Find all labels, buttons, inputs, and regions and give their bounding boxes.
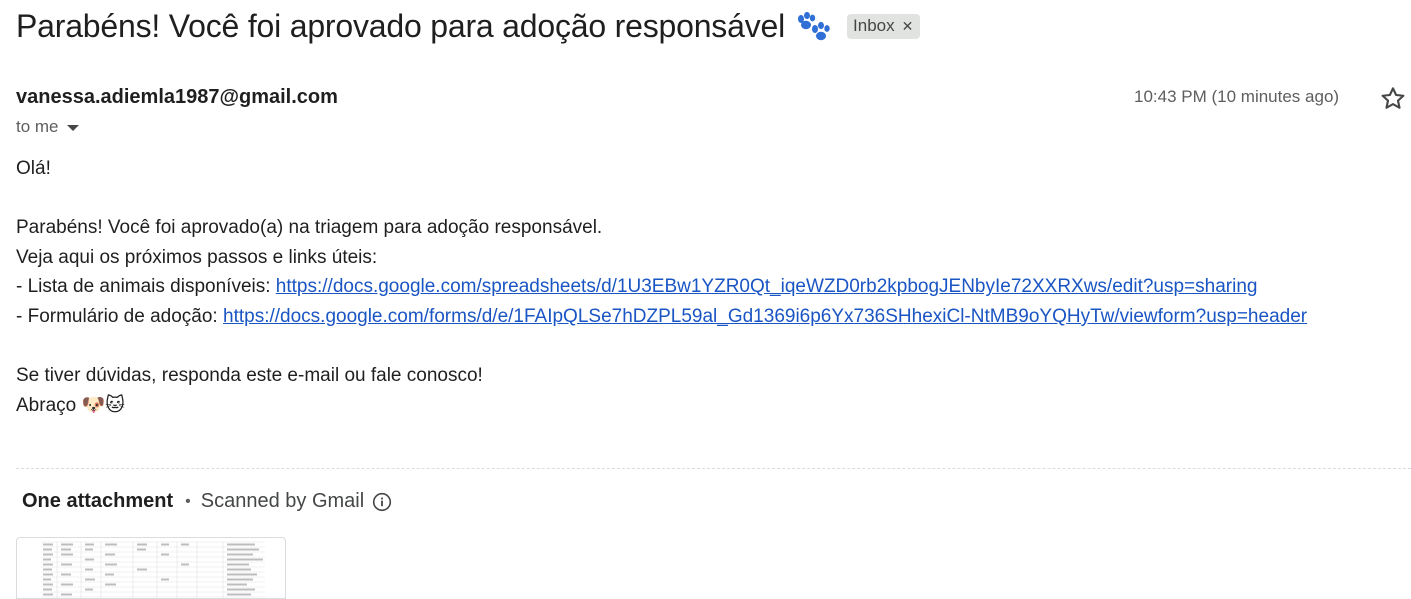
inbox-label-chip[interactable]: Inbox ✕ [847,14,921,39]
body-line-2: Veja aqui os próximos passos e links úte… [16,246,378,268]
attachment-header: One attachment • Scanned by Gmail [22,490,392,513]
scan-note: Scanned by Gmail [200,490,365,512]
body-link-line-1: - Lista de animais disponíveis: https://… [16,272,1307,302]
form-link[interactable]: https://docs.google.com/forms/d/e/1FAIpQ… [223,306,1307,327]
attachment-divider [16,468,1411,469]
attachment-count: One attachment [22,490,174,512]
paw-prints-icon [795,11,833,46]
inbox-label-text: Inbox [853,16,895,35]
body-link-line-2: - Formulário de adoção: https://docs.goo… [16,302,1307,332]
close-icon[interactable]: ✕ [902,18,914,35]
link-1-prefix: - Lista de animais disponíveis: [16,276,276,298]
spreadsheet-preview-icon [41,541,265,598]
link-2-prefix: - Formulário de adoção: [16,305,223,327]
attachment-thumbnail[interactable] [16,537,286,599]
recipient-summary: to me [16,117,59,136]
subject-row: Parabéns! Você foi aprovado para adoção … [16,8,921,46]
body-closing-1: Se tiver dúvidas, responda este e-mail o… [16,365,483,387]
dog-cat-emoji: 🐶🐱 [81,393,125,416]
sender-email[interactable]: vanessa.adiemla1987@gmail.com [16,86,338,109]
closing-text: Abraço [16,394,82,416]
email-body: Olá! Parabéns! Você foi aprovado(a) na t… [16,154,1307,420]
body-closing-2: Abraço 🐶🐱 [16,391,1307,421]
email-subject: Parabéns! Você foi aprovado para adoção … [16,8,786,44]
email-timestamp: 10:43 PM (10 minutes ago) [1134,87,1340,106]
body-line-1: Parabéns! Você foi aprovado(a) na triage… [16,217,603,239]
spreadsheet-link[interactable]: https://docs.google.com/spreadsheets/d/1… [276,276,1258,297]
body-blank-line [16,332,1307,362]
star-icon[interactable] [1378,84,1408,114]
caret-down-icon [66,125,79,131]
body-blank-line [16,184,1307,214]
info-icon[interactable] [372,492,392,512]
body-greeting: Olá! [16,158,51,179]
separator-dot: • [185,492,191,510]
recipient-details-toggle[interactable]: to me [16,117,79,137]
